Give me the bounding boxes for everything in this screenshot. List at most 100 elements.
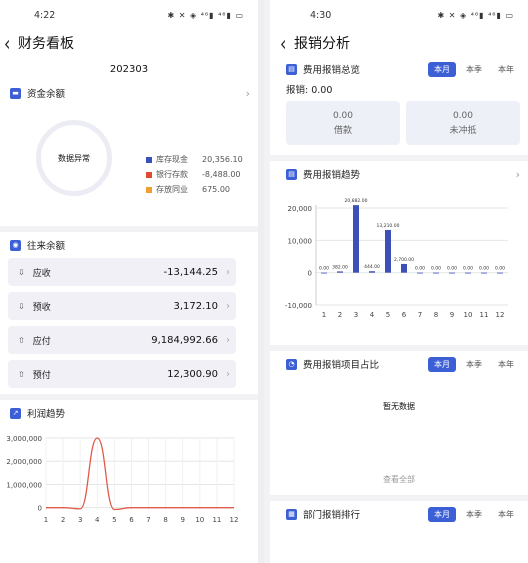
profit-series-line [46, 437, 234, 511]
bar-value-label: 0.00 [463, 266, 473, 272]
tab-quarter[interactable]: 本季 [460, 62, 488, 77]
bar-value-label: 0.00 [415, 266, 425, 272]
fund-balance-header[interactable]: ▬ 资金余额 › [0, 80, 258, 106]
legend-value: 675.00 [202, 185, 230, 194]
loan-card[interactable]: 0.00 借款 [286, 101, 400, 145]
x-tick-label: 2 [338, 311, 342, 319]
bar [401, 263, 407, 273]
bar [385, 229, 391, 273]
card-label: 借款 [333, 126, 352, 136]
status-time: 4:30 [310, 9, 332, 21]
tab-year[interactable]: 本年 [492, 357, 520, 372]
tab-month[interactable]: 本月 [428, 356, 456, 372]
finance-dashboard-screen: 4:22 ✱ ✕ ◈ ⁴⁶▮ ⁴⁶▮ ▭ ‹ 财务看板 202303 ▬ 资金余… [0, 0, 264, 563]
y-tick-label: 1,000,000 [6, 481, 42, 489]
receipt-icon: ▤ [286, 168, 297, 180]
status-time: 4:22 [34, 9, 56, 21]
row-value: 12,300.90 [167, 368, 218, 380]
receipt-icon: ▤ [286, 63, 297, 75]
y-tick-label: 0 [308, 270, 312, 278]
back-arrow-icon[interactable]: ‹ [4, 31, 18, 56]
app-bar: ‹ 财务看板 [0, 30, 258, 56]
receivable-row[interactable]: ⇩ 应收 -13,144.25 › [8, 258, 236, 286]
row-value: -13,144.25 [163, 266, 218, 278]
legend-value: -8,488.00 [202, 170, 241, 179]
payable-row[interactable]: ⇧ 应付 9,184,992.66 › [8, 326, 236, 354]
bar-value-label: 444.00 [364, 264, 380, 270]
dealings-balance-title: 往来余额 [27, 241, 66, 252]
bar [417, 272, 423, 274]
bar-value-label: 382.00 [332, 264, 348, 270]
x-tick-label: 7 [418, 311, 422, 319]
period-tabs: 本月 本季 本年 [424, 61, 520, 77]
legend-item: 银行存款 -8,488.00 [146, 167, 243, 182]
chevron-right-icon[interactable]: › [516, 168, 520, 181]
profit-trend-header: ↗ 利润趋势 [0, 400, 258, 426]
bar [433, 272, 439, 274]
upload-icon: ⇧ [18, 369, 25, 379]
tab-quarter[interactable]: 本季 [460, 357, 488, 372]
chevron-right-icon: › [226, 266, 230, 278]
unoffset-card[interactable]: 0.00 未冲抵 [406, 101, 520, 145]
x-tick-label: 1 [44, 516, 48, 524]
fund-balance-title: 资金余额 [27, 89, 66, 100]
row-label: 应收 [32, 268, 51, 279]
bar [497, 272, 503, 274]
dealings-balance-header: ◉ 往来余额 [0, 232, 258, 258]
row-value: 3,172.10 [173, 300, 218, 312]
fund-donut-chart: 数据异常 库存现金 20,356.10 银行存款 -8,488.00 存放同业 … [0, 106, 258, 226]
x-tick-label: 9 [180, 516, 184, 524]
x-tick-label: 8 [434, 311, 438, 319]
pie-chart-icon: ◔ [286, 358, 297, 370]
ratio-header: ◔ 费用报销项目占比 本月 本季 本年 [270, 351, 528, 377]
download-icon: ⇩ [18, 301, 25, 311]
fund-legend: 库存现金 20,356.10 银行存款 -8,488.00 存放同业 675.0… [146, 152, 243, 197]
tab-quarter[interactable]: 本季 [460, 507, 488, 522]
tab-year[interactable]: 本年 [492, 507, 520, 522]
x-tick-label: 4 [95, 516, 100, 524]
tab-month[interactable]: 本月 [428, 506, 456, 522]
bar [481, 272, 487, 274]
summary-title: 费用报销总览 [303, 65, 361, 76]
x-tick-label: 6 [129, 516, 134, 524]
dept-ranking-title: 部门报销排行 [303, 510, 361, 521]
tab-year[interactable]: 本年 [492, 62, 520, 77]
back-arrow-icon[interactable]: ‹ [280, 31, 294, 56]
y-tick-label: 2,000,000 [6, 458, 42, 466]
period-label: 202303 [109, 64, 149, 75]
profit-trend-title: 利润趋势 [27, 409, 66, 420]
chevron-right-icon[interactable]: › [246, 87, 250, 100]
prepaid-row[interactable]: ⇧ 预付 12,300.90 › [8, 360, 236, 388]
bar [449, 272, 455, 274]
bar [369, 271, 375, 273]
status-icons: ✱ ✕ ◈ ⁴⁶▮ ⁴⁶▮ ▭ [167, 10, 244, 20]
dept-ranking-header: ▦ 部门报销排行 本月 本季 本年 [270, 501, 528, 527]
tab-month[interactable]: 本月 [428, 61, 456, 77]
x-tick-label: 11 [212, 516, 221, 524]
bar [321, 272, 327, 274]
bar-value-label: 0.00 [479, 266, 489, 272]
x-tick-label: 11 [480, 311, 489, 319]
y-tick-label: -10,000 [285, 302, 312, 310]
status-bar: 4:30 ✱ ✕ ◈ ⁴⁶▮ ⁴⁶▮ ▭ [270, 0, 528, 30]
no-data-text: 暂无数据 [383, 402, 415, 411]
y-tick-label: 10,000 [288, 237, 313, 245]
download-icon: ⇩ [18, 267, 25, 277]
bar-value-label: 13,210.00 [377, 223, 400, 229]
x-tick-label: 5 [112, 516, 116, 524]
gear-circle-icon: ◉ [10, 239, 21, 251]
y-tick-label: 0 [38, 505, 42, 513]
bar [337, 271, 343, 273]
legend-item: 存放同业 675.00 [146, 182, 243, 197]
summary-cards: 0.00 借款 0.00 未冲抵 [270, 101, 528, 145]
advance-received-row[interactable]: ⇩ 预收 3,172.10 › [8, 292, 236, 320]
x-tick-label: 1 [322, 311, 326, 319]
legend-value: 20,356.10 [202, 155, 243, 164]
row-label: 预付 [32, 370, 51, 381]
x-tick-label: 12 [496, 311, 505, 319]
reimbursement-total: 报销: 0.00 [286, 85, 333, 96]
x-tick-label: 8 [163, 516, 167, 524]
view-all-link[interactable]: 查看全部 [270, 474, 528, 485]
trend-icon: ↗ [10, 407, 21, 419]
trend-header[interactable]: ▤ 费用报销趋势 › [270, 161, 528, 187]
